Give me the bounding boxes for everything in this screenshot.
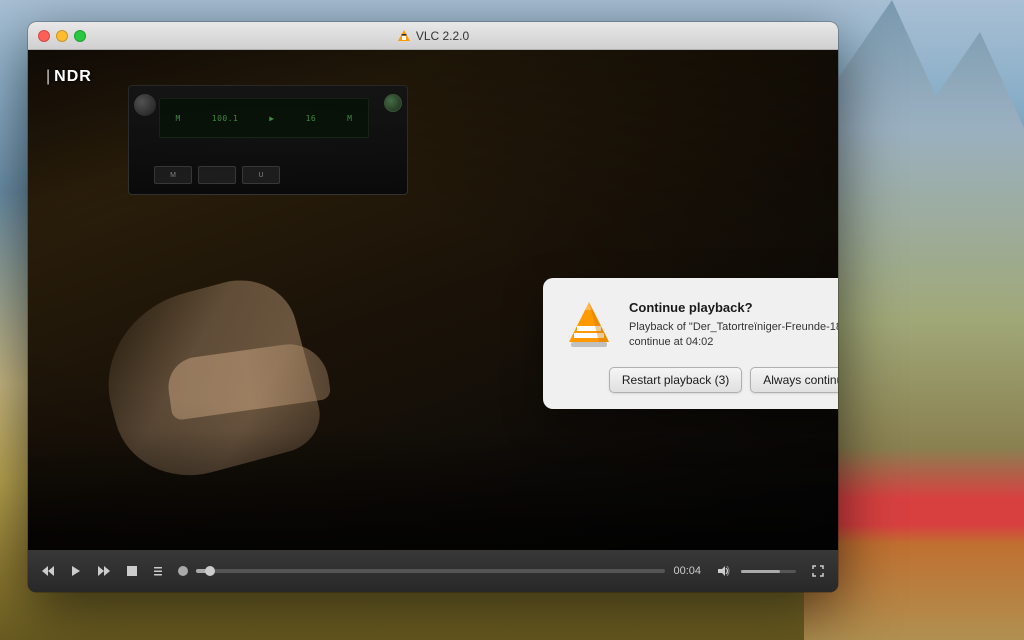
fullscreen-button[interactable] [808,561,828,581]
close-button[interactable] [38,30,50,42]
playlist-icon [153,564,167,578]
volume-bar[interactable] [741,570,796,573]
dialog-content: Continue playback? Playback of "Der_Tato… [563,298,838,351]
progress-handle [178,566,188,576]
progress-bar[interactable] [196,569,665,573]
time-display: 00:04 [673,565,701,577]
radio-knob-left [134,94,156,116]
forward-icon [97,564,111,578]
radio-knob-right [384,94,402,112]
progress-dot [205,566,215,576]
video-bottom-gradient [28,430,838,550]
ndr-logo: NDR [46,68,92,86]
continue-playback-dialog: Continue playback? Playback of "Der_Tato… [543,278,838,409]
always-continue-button[interactable]: Always continue [750,367,838,393]
rewind-icon [41,564,55,578]
volume-icon [716,564,730,578]
playlist-button[interactable] [150,561,170,581]
volume-button[interactable] [713,561,733,581]
radio-unit: M100.1▶16M M U [128,85,408,195]
window-controls [38,30,86,42]
play-icon [69,564,83,578]
video-area[interactable]: M100.1▶16M M U [28,50,838,550]
dialog-buttons: Restart playback (3) Always continue Con… [563,367,838,393]
dialog-message: Playback of "Der_Tatortreïniger-Freunde-… [629,320,838,351]
fullscreen-icon [811,564,825,578]
vlc-title-icon [397,29,411,43]
minimize-button[interactable] [56,30,68,42]
rewind-button[interactable] [38,561,58,581]
radio-display: M100.1▶16M [159,98,369,138]
controls-bar: 00:04 [28,550,838,592]
play-button[interactable] [66,561,86,581]
volume-fill [741,570,780,573]
dialog-title: Continue playback? [629,300,838,315]
vlc-window: VLC 2.2.0 M100.1▶16M M U [28,22,838,592]
stop-icon [125,564,139,578]
restart-playback-button[interactable]: Restart playback (3) [609,367,742,393]
forward-button[interactable] [94,561,114,581]
maximize-button[interactable] [74,30,86,42]
radio-buttons: M U [154,166,280,184]
window-title: VLC 2.2.0 [397,29,469,43]
stop-button[interactable] [122,561,142,581]
vlc-cone-icon [563,298,615,350]
title-bar: VLC 2.2.0 [28,22,838,50]
dialog-text-area: Continue playback? Playback of "Der_Tato… [629,298,838,351]
